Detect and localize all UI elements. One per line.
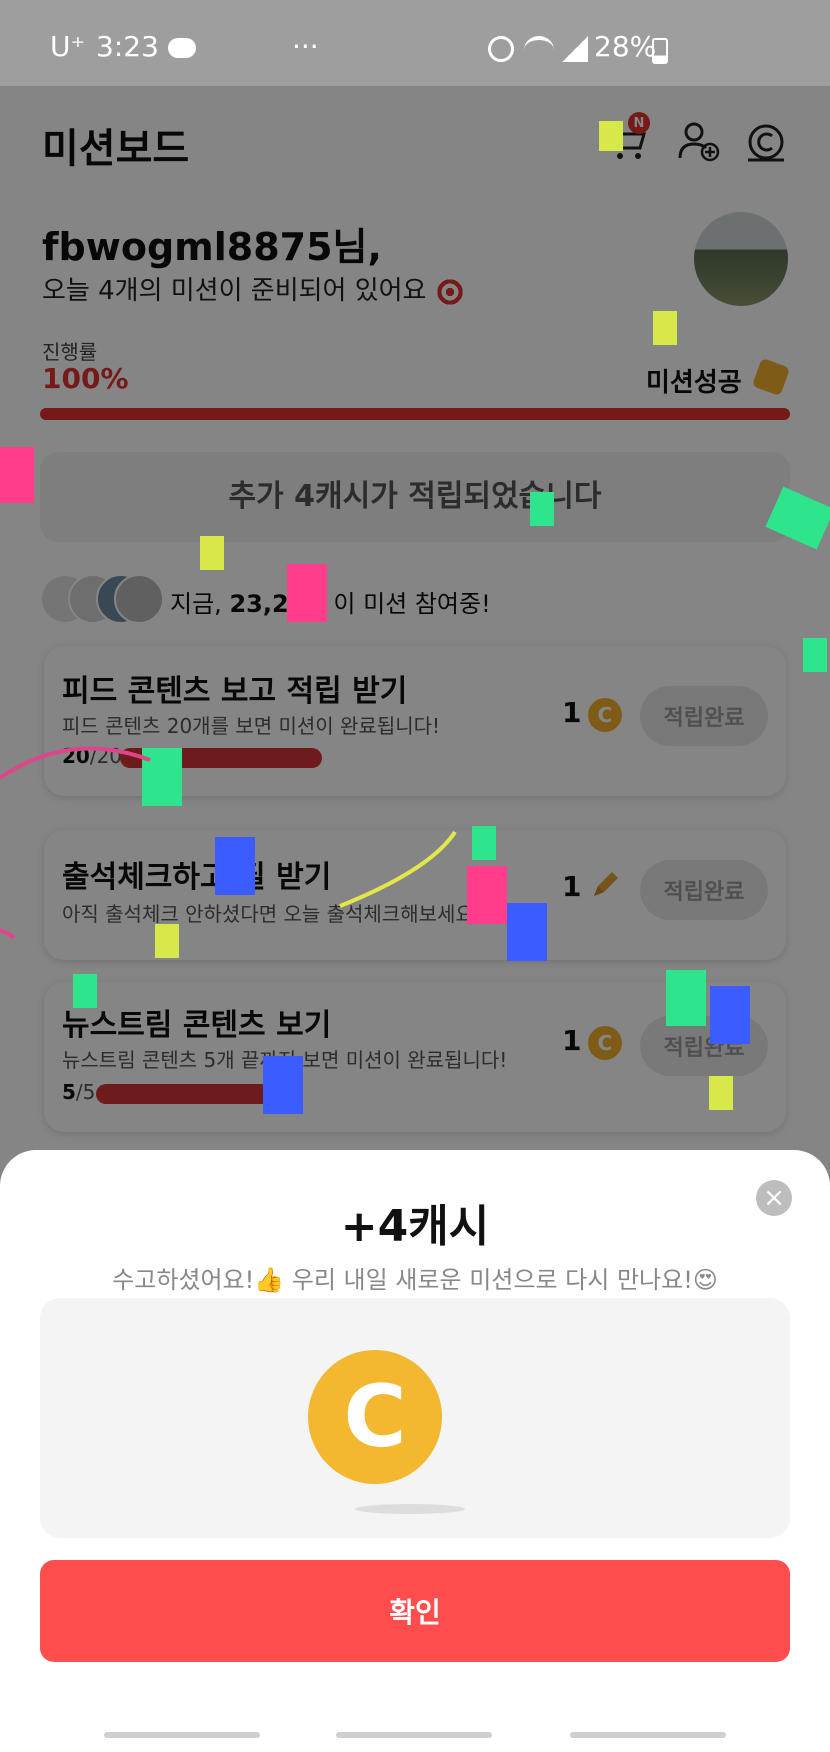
reward-title: +4캐시	[340, 1201, 490, 1252]
coin-shadow	[355, 1504, 465, 1514]
confetti-piece	[263, 1056, 303, 1114]
confetti-piece	[709, 1076, 733, 1110]
confetti-piece	[710, 986, 750, 1044]
confetti-piece	[287, 564, 327, 622]
close-icon: ×	[763, 1183, 785, 1213]
close-button[interactable]: ×	[756, 1180, 792, 1216]
confetti-piece	[73, 974, 97, 1008]
nav-back[interactable]	[570, 1732, 726, 1738]
confetti-piece	[653, 311, 677, 345]
reward-sheet: +4캐시 수고하셨어요!👍 우리 내일 새로운 미션으로 다시 만나요!😍 × …	[0, 1150, 830, 1752]
nav-recent[interactable]	[104, 1732, 260, 1738]
confetti-piece	[530, 492, 554, 526]
nav-home[interactable]	[336, 1732, 492, 1738]
confetti-layer	[0, 0, 830, 1150]
big-coin-icon: C	[308, 1350, 442, 1484]
confetti-piece	[803, 638, 827, 672]
confetti-piece	[599, 121, 623, 151]
coin-letter: C	[343, 1367, 407, 1467]
confetti-piece	[666, 970, 706, 1026]
confetti-streamers	[0, 746, 457, 940]
confirm-button[interactable]: 확인	[40, 1560, 790, 1662]
reward-subtitle: 수고하셨어요!👍 우리 내일 새로운 미션으로 다시 만나요!😍	[112, 1266, 718, 1294]
confetti-piece	[765, 486, 830, 550]
confetti-piece	[200, 536, 224, 570]
confetti-piece	[0, 447, 34, 503]
